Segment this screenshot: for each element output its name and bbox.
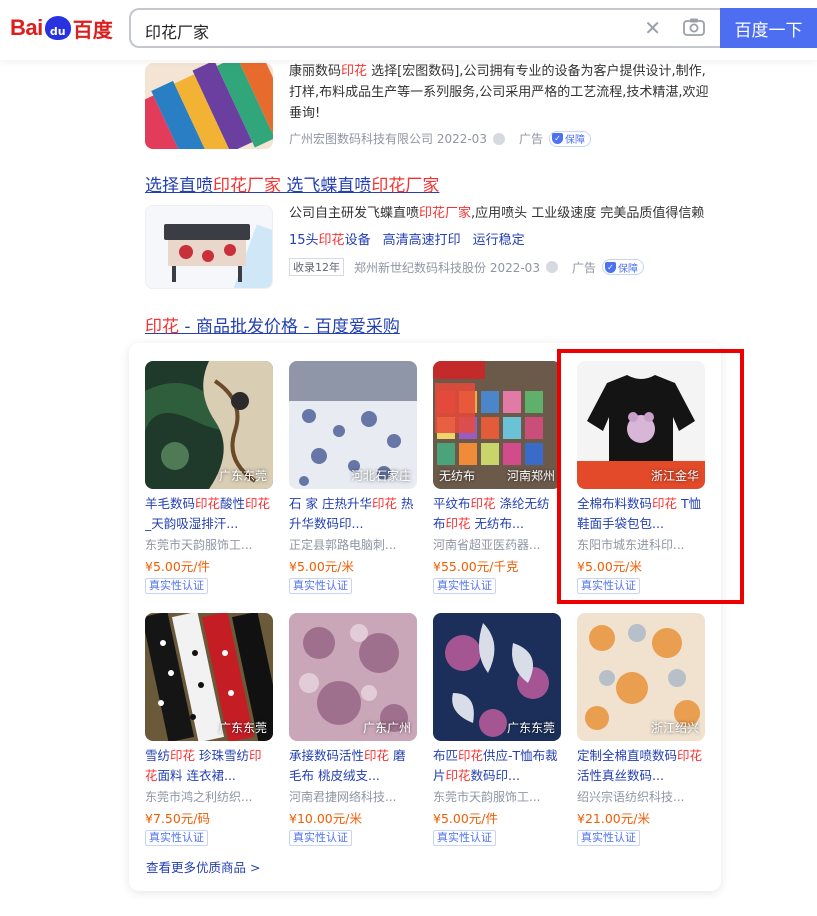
search-box[interactable]: 印花厂家 ✕ xyxy=(129,8,723,48)
ad2-sublinks: 15头印花设备 高清高速打印 运行稳定 xyxy=(289,229,525,248)
cert-badge: 真实性认证 xyxy=(145,830,208,846)
product-name[interactable]: 羊毛数码印花酸性印花_天韵吸湿排汗... xyxy=(145,494,273,534)
product-seller[interactable]: 绍兴宗语纺织科技... xyxy=(577,788,705,805)
years-tag: 收录12年 xyxy=(289,258,344,276)
product-price: ¥5.00元/米 xyxy=(289,559,354,574)
ad-label: 广告 xyxy=(571,260,596,275)
product-name[interactable]: 平纹布印花 涤纶无纺布印花 无纺布... xyxy=(433,494,561,534)
product-item[interactable]: 广东东莞 雪纺印花 珍珠雪纺印花面料 连衣裙... 东莞市鸿之利纺织... ¥7… xyxy=(145,613,273,846)
material-label: 无纺布 xyxy=(439,469,476,483)
product-seller[interactable]: 东莞市天韵服饰工... xyxy=(145,536,273,553)
sublink-1[interactable]: 15头印花设备 xyxy=(289,229,371,248)
product-item[interactable]: 浙江绍兴 定制全棉直喷数码印花 活性真丝数码... 绍兴宗语纺织科技... ¥2… xyxy=(577,613,705,846)
clear-icon[interactable]: ✕ xyxy=(644,16,661,40)
product-name[interactable]: 定制全棉直喷数码印花 活性真丝数码... xyxy=(577,746,705,786)
product-name[interactable]: 雪纺印花 珍珠雪纺印花面料 连衣裙... xyxy=(145,746,273,786)
cert-badge: 真实性认证 xyxy=(145,578,208,594)
camera-icon[interactable] xyxy=(683,18,705,36)
product-item[interactable]: 河北石家庄 石 家 庄热升华印花 热升华数码印... 正定县郭路电脑刺... ¥… xyxy=(289,361,417,594)
product-image[interactable]: 浙江绍兴 xyxy=(577,613,705,741)
product-item[interactable]: 无纺布 河南郑州 平纹布印花 涤纶无纺布印花 无纺布... 河南省超亚医药器..… xyxy=(433,361,561,594)
product-seller[interactable]: 河南省超亚医药器... xyxy=(433,536,561,553)
baidu-logo[interactable]: Bai du 百度 xyxy=(10,12,113,44)
info-icon[interactable] xyxy=(545,261,558,273)
ad1-description: 康丽数码印花 选择[宏图数码],公司拥有专业的设备为客户提供设计,制作,打样,布… xyxy=(289,64,709,121)
logo-text: 百度 xyxy=(72,17,113,42)
info-icon[interactable] xyxy=(492,132,505,145)
location-label: 河南郑州 xyxy=(506,469,555,483)
product-price: ¥5.00元/件 xyxy=(433,811,498,826)
product-price: ¥5.00元/件 xyxy=(145,559,210,574)
aicaigou-title[interactable]: 印花 - 商品批发价格 - 百度爱采购 xyxy=(145,312,400,337)
product-item[interactable]: 广东东莞 羊毛数码印花酸性印花_天韵吸湿排汗... 东莞市天韵服饰工... ¥5… xyxy=(145,361,273,594)
highlight-box xyxy=(557,349,744,604)
ad1-image[interactable] xyxy=(145,63,273,149)
ad1-meta: 广州宏图数码科技有限公司 2022-03 广告 ✓ 保障 xyxy=(289,130,591,147)
ad2-image[interactable] xyxy=(145,205,273,289)
location-label: 浙江绍兴 xyxy=(650,721,699,735)
location-label: 广东东莞 xyxy=(218,469,267,483)
search-input[interactable]: 印花厂家 xyxy=(145,19,209,43)
ad2-meta: 收录12年 郑州新世纪数码科技股份 2022-03 广告 ✓ 保障 xyxy=(289,258,644,276)
product-image[interactable]: 无纺布 河南郑州 xyxy=(433,361,561,489)
cert-badge: 真实性认证 xyxy=(289,578,352,594)
location-label: 广东东莞 xyxy=(218,721,267,735)
ad1-source[interactable]: 广州宏图数码科技有限公司 2022-03 xyxy=(289,130,487,147)
product-seller[interactable]: 正定县郭路电脑刺... xyxy=(289,536,417,553)
sublink-2[interactable]: 高清高速打印 xyxy=(383,229,461,248)
logo-bai: Bai xyxy=(10,15,43,40)
product-image[interactable]: 广东东莞 xyxy=(145,613,273,741)
product-item[interactable]: 广东广州 承接数码活性印花 磨毛布 桃皮绒支... 河南君捷网络科技... ¥1… xyxy=(289,613,417,846)
cert-badge: 真实性认证 xyxy=(433,830,496,846)
product-seller[interactable]: 河南君捷网络科技... xyxy=(289,788,417,805)
product-name[interactable]: 承接数码活性印花 磨毛布 桃皮绒支... xyxy=(289,746,417,786)
sublink-3[interactable]: 运行稳定 xyxy=(473,229,525,248)
product-image[interactable]: 河北石家庄 xyxy=(289,361,417,489)
shield-icon: ✓ xyxy=(604,261,616,273)
product-price: ¥10.00元/米 xyxy=(289,811,362,826)
ad2-description: 公司自主研发飞蝶直喷印花厂家,应用喷头 工业级速度 完美品质值得信赖 xyxy=(289,206,705,221)
product-name[interactable]: 石 家 庄热升华印花 热升华数码印... xyxy=(289,494,417,534)
product-image[interactable]: 广东东莞 xyxy=(433,613,561,741)
paw-icon: du xyxy=(44,16,71,40)
top-bar: Bai du 百度 印花厂家 ✕ 百度一下 xyxy=(0,0,817,60)
location-label: 河北石家庄 xyxy=(350,469,411,483)
cert-badge: 真实性认证 xyxy=(577,830,640,846)
product-item[interactable]: 广东东莞 布匹印花供应-T恤布裁片印花数码印... 东莞市天韵服饰工... ¥5… xyxy=(433,613,561,846)
product-price: ¥7.50元/码 xyxy=(145,811,210,826)
search-button[interactable]: 百度一下 xyxy=(720,8,817,48)
safe-badge[interactable]: ✓ 保障 xyxy=(548,130,591,147)
product-price: ¥21.00元/米 xyxy=(577,811,650,826)
product-seller[interactable]: 东莞市鸿之利纺织... xyxy=(145,788,273,805)
location-label: 广东东莞 xyxy=(506,721,555,735)
more-products-link[interactable]: 查看更多优质商品 > xyxy=(146,857,260,876)
product-price: ¥55.00元/千克 xyxy=(433,559,519,574)
cert-badge: 真实性认证 xyxy=(289,830,352,846)
safe-badge[interactable]: ✓ 保障 xyxy=(601,259,644,275)
ad2-title[interactable]: 选择直喷印花厂家 选飞蝶直喷印花厂家 xyxy=(145,171,439,196)
cert-badge: 真实性认证 xyxy=(433,578,496,594)
shield-icon: ✓ xyxy=(551,133,563,144)
location-label: 广东广州 xyxy=(362,721,411,735)
product-seller[interactable]: 东莞市天韵服饰工... xyxy=(433,788,561,805)
ad-label: 广告 xyxy=(518,132,543,146)
product-image[interactable]: 广东东莞 xyxy=(145,361,273,489)
ad2-source[interactable]: 郑州新世纪数码科技股份 2022-03 xyxy=(354,259,540,276)
product-image[interactable]: 广东广州 xyxy=(289,613,417,741)
product-name[interactable]: 布匹印花供应-T恤布裁片印花数码印... xyxy=(433,746,561,786)
